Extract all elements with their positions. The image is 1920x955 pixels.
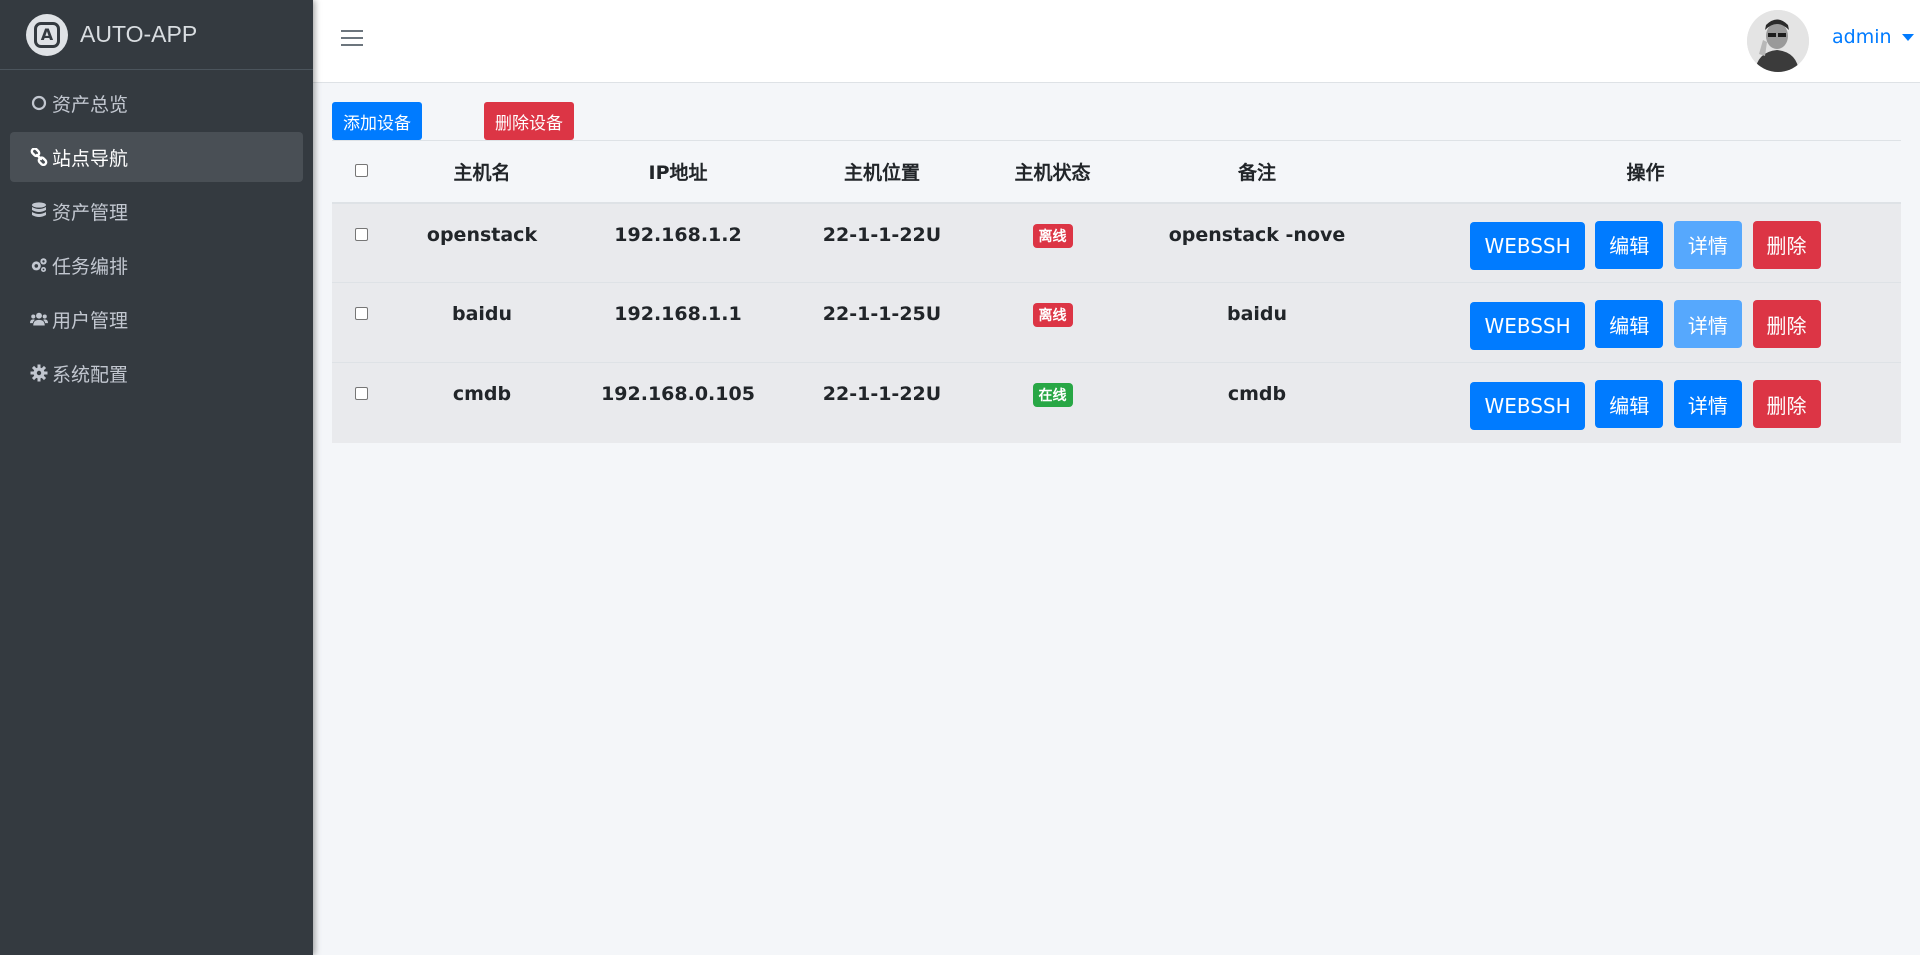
location-cell: 22-1-1-25U xyxy=(783,282,981,363)
actions-cell: WEBSSH 编辑 详情 删除 xyxy=(1390,362,1901,443)
column-header-ip: IP地址 xyxy=(573,140,783,204)
brand-title: AUTO-APP xyxy=(80,21,198,47)
select-all-checkbox[interactable] xyxy=(355,164,368,178)
column-header-actions: 操作 xyxy=(1390,140,1901,204)
detail-button[interactable]: 详情 xyxy=(1673,380,1742,428)
row-checkbox[interactable] xyxy=(355,387,368,400)
main-content: 添加设备 删除设备 主机名 IP地址 主机位置 主机状态 备注 操作 opens… xyxy=(313,83,1920,955)
add-device-button[interactable]: 添加设备 xyxy=(332,102,422,140)
users-icon xyxy=(30,310,48,328)
top-navbar: admin xyxy=(313,0,1920,83)
avatar[interactable] xyxy=(1747,10,1809,72)
link-icon xyxy=(30,148,48,166)
webssh-button[interactable]: WEBSSH xyxy=(1470,222,1585,270)
username-label: admin xyxy=(1832,26,1892,48)
caret-down-icon xyxy=(1901,33,1914,41)
sidebar-item-task-orchestration[interactable]: 任务编排 xyxy=(10,240,303,290)
delete-button[interactable]: 删除 xyxy=(1752,220,1821,269)
ip-cell: 192.168.1.1 xyxy=(573,282,783,363)
webssh-button[interactable]: WEBSSH xyxy=(1470,301,1585,350)
ip-cell: 192.168.1.2 xyxy=(573,202,783,283)
sidebar-item-label: 系统配置 xyxy=(52,363,129,386)
sidebar-item-label: 站点导航 xyxy=(52,147,129,170)
hostname-cell: baidu xyxy=(391,282,573,363)
column-header-status: 主机状态 xyxy=(981,140,1124,204)
sidebar-item-label: 资产管理 xyxy=(52,201,129,224)
column-header-hostname: 主机名 xyxy=(391,140,573,204)
location-cell: 22-1-1-22U xyxy=(783,362,981,443)
table-row: baidu 192.168.1.1 22-1-1-25U 离线 baidu WE… xyxy=(332,282,1901,363)
status-badge: 在线 xyxy=(1032,383,1073,407)
user-dropdown[interactable]: admin xyxy=(1832,26,1914,48)
sidebar-item-user-management[interactable]: 用户管理 xyxy=(10,294,303,344)
sidebar-item-asset-overview[interactable]: 资产总览 xyxy=(10,78,303,128)
delete-button[interactable]: 删除 xyxy=(1752,380,1821,428)
sidebar-item-label: 资产总览 xyxy=(52,93,129,116)
actions-cell: WEBSSH 编辑 详情 删除 xyxy=(1390,202,1901,283)
location-cell: 22-1-1-22U xyxy=(783,202,981,283)
edit-button[interactable]: 编辑 xyxy=(1595,380,1664,428)
circle-icon xyxy=(30,94,48,112)
device-table: 主机名 IP地址 主机位置 主机状态 备注 操作 openstack 192.1… xyxy=(332,140,1901,443)
detail-button[interactable]: 详情 xyxy=(1673,300,1742,348)
delete-button[interactable]: 删除 xyxy=(1752,300,1821,348)
sidebar-item-label: 用户管理 xyxy=(52,309,129,332)
sidebar-item-site-navigation[interactable]: 站点导航 xyxy=(10,132,303,182)
menu-toggle-icon[interactable] xyxy=(341,30,363,50)
status-cell: 在线 xyxy=(981,362,1124,443)
note-cell: baidu xyxy=(1124,282,1390,363)
column-header-location: 主机位置 xyxy=(783,140,981,204)
toolbar: 添加设备 删除设备 xyxy=(332,102,574,140)
ip-cell: 192.168.0.105 xyxy=(573,362,783,443)
sidebar: A AUTO-APP 资产总览 站点导航 资产管理 任务编排 用户管理 系统配置 xyxy=(0,0,313,955)
select-all-cell xyxy=(332,140,391,204)
row-checkbox[interactable] xyxy=(355,227,368,241)
edit-button[interactable]: 编辑 xyxy=(1595,220,1664,269)
table-row: cmdb 192.168.0.105 22-1-1-22U 在线 cmdb WE… xyxy=(332,362,1901,443)
brand-logo-letter: A xyxy=(34,21,60,48)
hostname-cell: openstack xyxy=(391,202,573,283)
brand[interactable]: A AUTO-APP xyxy=(0,0,313,70)
database-icon xyxy=(30,202,48,220)
gear-icon xyxy=(30,364,48,382)
brand-logo-icon: A xyxy=(26,13,68,56)
table-row: openstack 192.168.1.2 22-1-1-22U 离线 open… xyxy=(332,202,1901,283)
detail-button[interactable]: 详情 xyxy=(1673,220,1742,269)
status-badge: 离线 xyxy=(1032,303,1073,327)
row-checkbox[interactable] xyxy=(355,307,368,320)
note-cell: openstack -nove xyxy=(1124,202,1390,283)
column-header-note: 备注 xyxy=(1124,140,1390,204)
status-badge: 离线 xyxy=(1032,223,1073,248)
status-cell: 离线 xyxy=(981,202,1124,283)
hostname-cell: cmdb xyxy=(391,362,573,443)
edit-button[interactable]: 编辑 xyxy=(1595,300,1664,348)
actions-cell: WEBSSH 编辑 详情 删除 xyxy=(1390,282,1901,363)
note-cell: cmdb xyxy=(1124,362,1390,443)
cogs-icon xyxy=(30,256,48,274)
sidebar-item-system-config[interactable]: 系统配置 xyxy=(10,348,303,398)
table-header-row: 主机名 IP地址 主机位置 主机状态 备注 操作 xyxy=(332,140,1901,204)
delete-devices-button[interactable]: 删除设备 xyxy=(484,102,574,140)
sidebar-item-asset-management[interactable]: 资产管理 xyxy=(10,186,303,236)
sidebar-item-label: 任务编排 xyxy=(52,255,129,278)
status-cell: 离线 xyxy=(981,282,1124,363)
webssh-button[interactable]: WEBSSH xyxy=(1470,381,1585,430)
sidebar-nav: 资产总览 站点导航 资产管理 任务编排 用户管理 系统配置 xyxy=(0,70,313,410)
